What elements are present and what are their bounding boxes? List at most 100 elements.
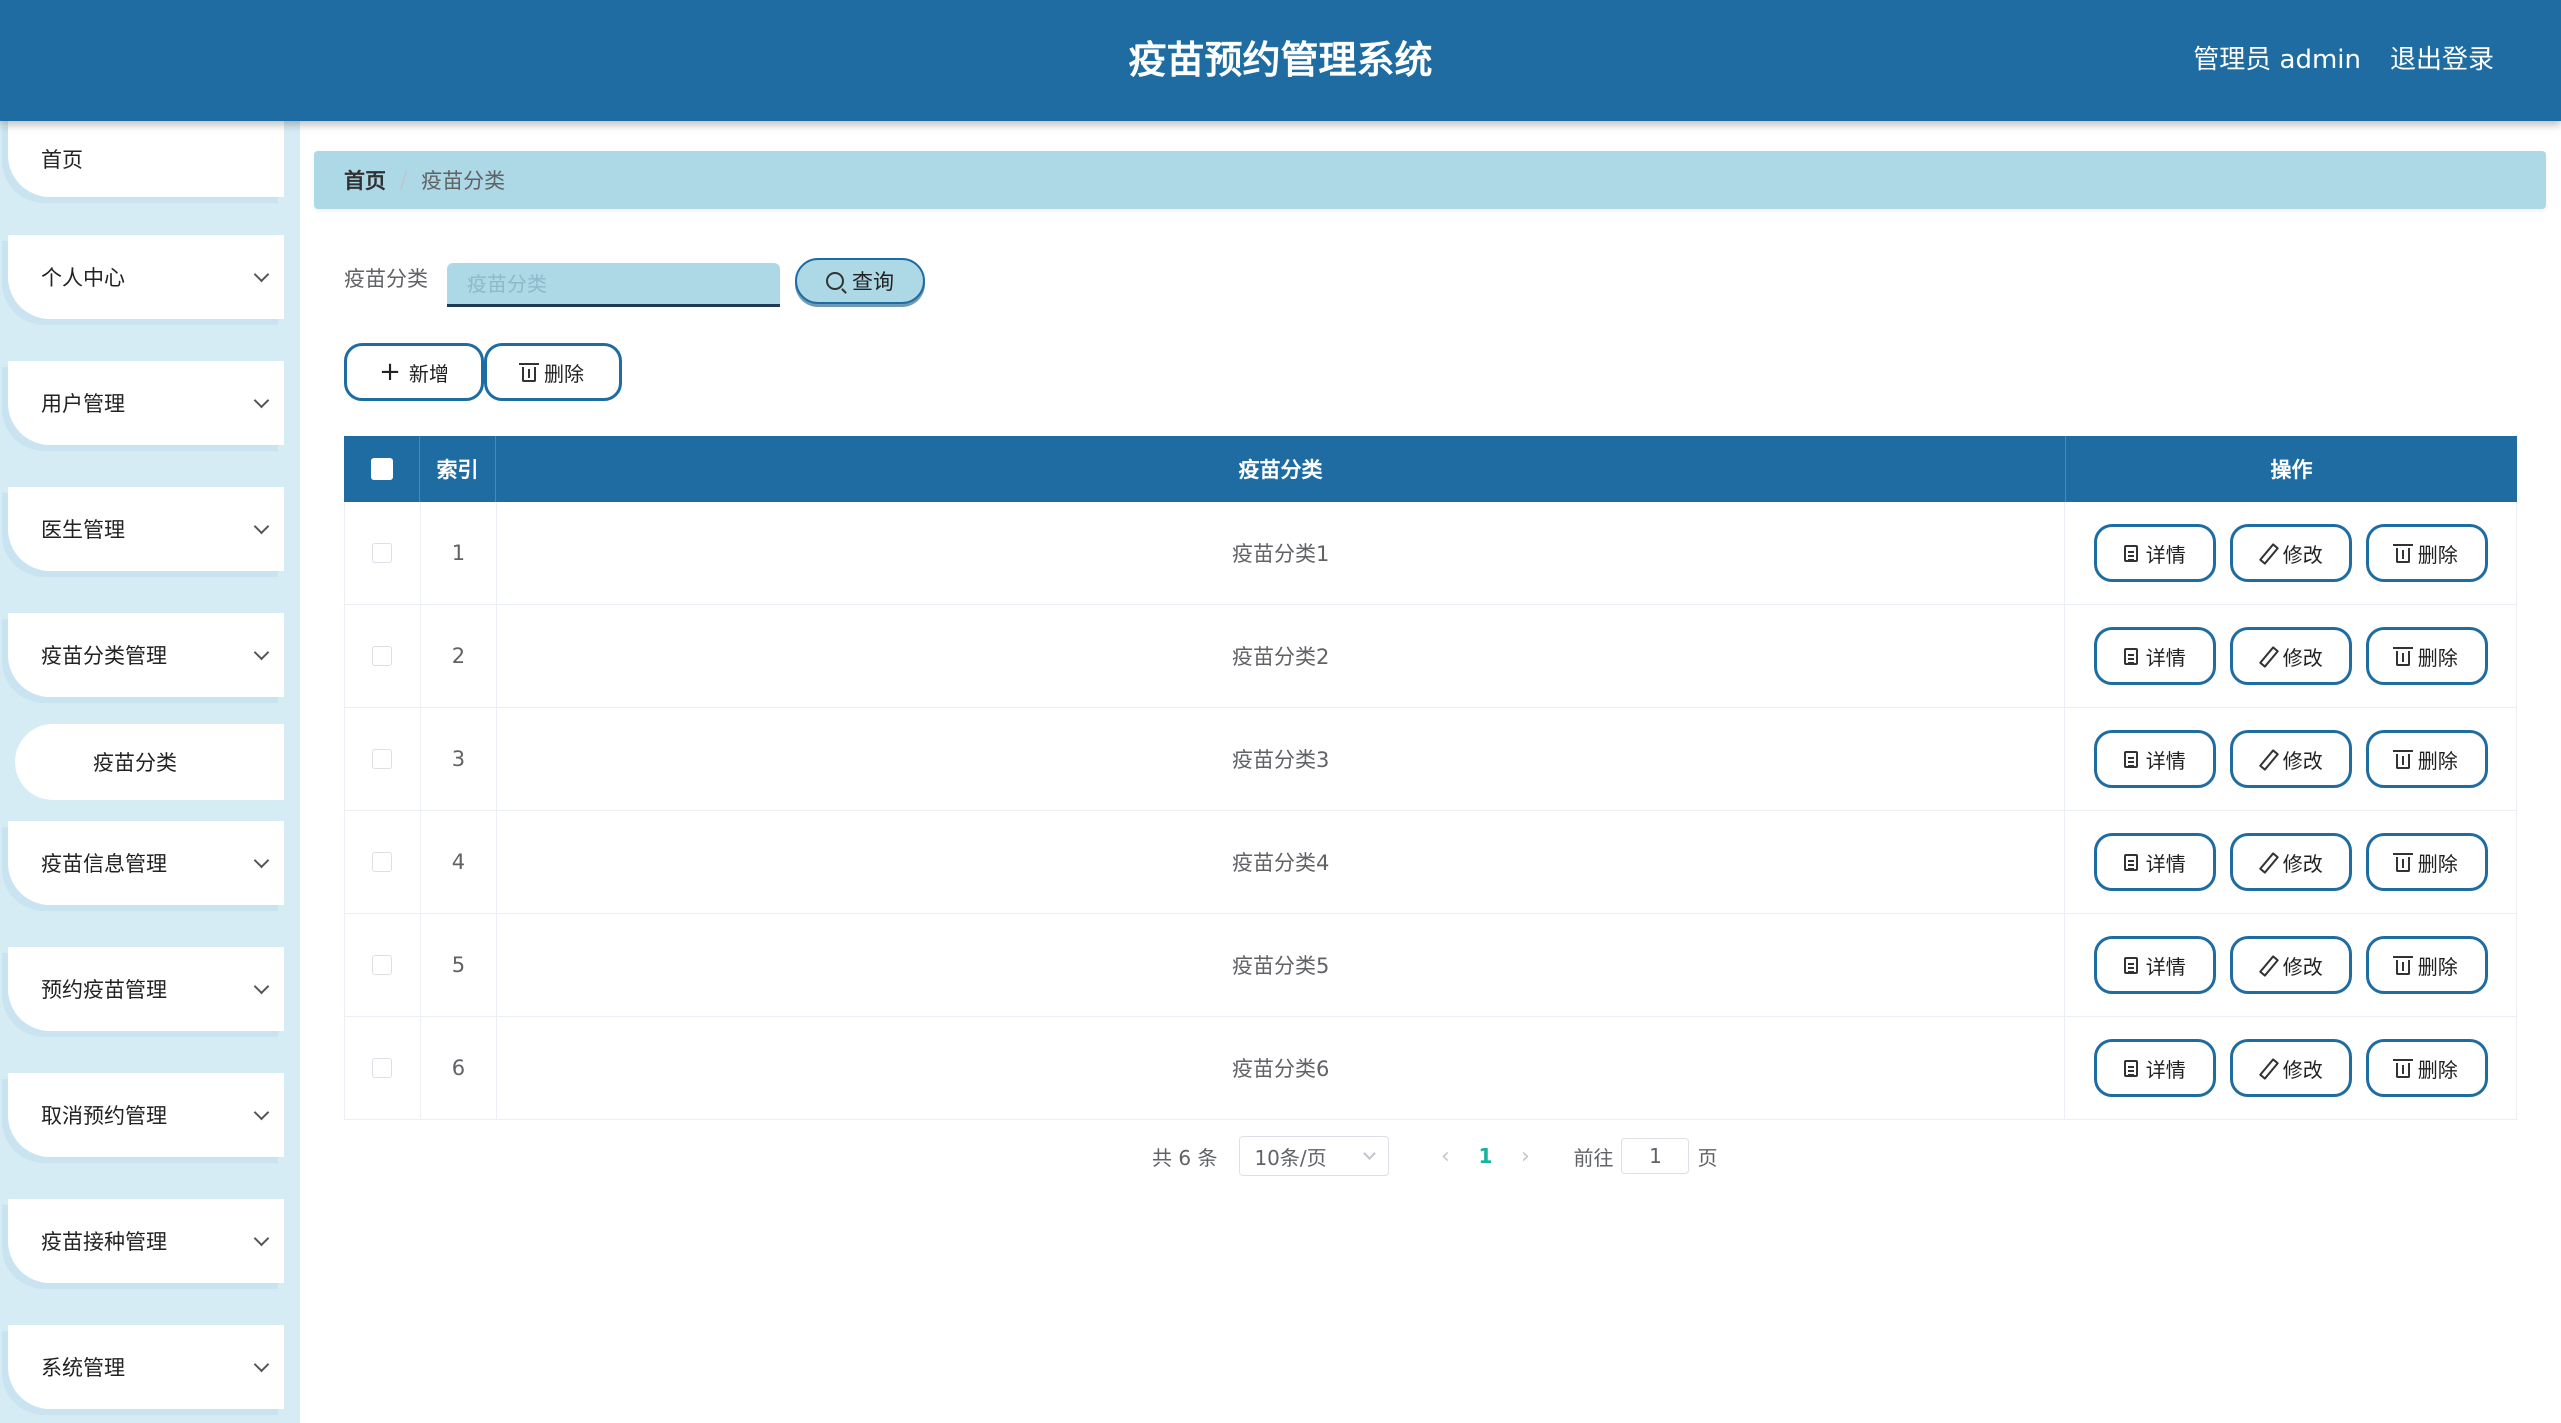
chevron-down-icon — [1363, 1147, 1377, 1160]
goto-page-input[interactable] — [1621, 1138, 1690, 1174]
delete-button[interactable]: 删除 — [2365, 833, 2488, 891]
table-row: 3 疫苗分类3 详情 修改 删除 — [344, 708, 2517, 811]
row-checkbox[interactable] — [372, 749, 393, 769]
next-page-button[interactable]: › — [1505, 1144, 1545, 1169]
row-checkbox[interactable] — [372, 543, 393, 563]
row-select-cell — [345, 811, 421, 913]
sidebar-item-label: 首页 — [41, 148, 83, 172]
edit-button[interactable]: 修改 — [2229, 833, 2352, 891]
trash-icon — [2392, 955, 2413, 975]
current-user-label: 管理员 admin — [2193, 45, 2361, 75]
table-body: 1 疫苗分类1 详情 修改 删除 2 疫苗分类2 详情 修改 删除 3 疫苗分类3 详情 修改 删除 4 疫苗分… — [344, 502, 2517, 1120]
add-button[interactable]: + 新增 — [344, 343, 484, 401]
document-icon — [2123, 956, 2138, 974]
edit-button-label: 修改 — [2282, 748, 2323, 773]
header-category: 疫苗分类 — [496, 436, 2066, 502]
query-button[interactable]: 查询 — [795, 258, 925, 304]
sidebar-item-user-management[interactable]: 用户管理 — [8, 361, 284, 445]
batch-delete-button-label: 删除 — [544, 361, 584, 386]
edit-icon — [2259, 956, 2275, 974]
detail-button[interactable]: 详情 — [2093, 833, 2216, 891]
prev-page-button[interactable]: ‹ — [1425, 1144, 1465, 1169]
sidebar-item-system-management[interactable]: 系统管理 — [8, 1325, 284, 1409]
trash-icon — [2392, 749, 2413, 769]
table-header: 索引 疫苗分类 操作 — [344, 436, 2517, 502]
header-index: 索引 — [420, 436, 496, 502]
edit-button-label: 修改 — [2282, 954, 2323, 979]
delete-button[interactable]: 删除 — [2365, 627, 2488, 685]
edit-icon — [2259, 1059, 2275, 1077]
chevron-down-icon — [254, 1105, 268, 1119]
batch-delete-button[interactable]: 删除 — [484, 343, 622, 401]
delete-button-label: 删除 — [2417, 851, 2458, 876]
sidebar-item-vaccine-info-management[interactable]: 疫苗信息管理 — [8, 821, 284, 905]
detail-button[interactable]: 详情 — [2093, 1039, 2216, 1097]
page-size-select[interactable]: 10条/页 — [1239, 1136, 1390, 1176]
row-operations: 详情 修改 删除 — [2065, 811, 2516, 913]
edit-icon — [2259, 647, 2275, 665]
row-checkbox[interactable] — [372, 646, 393, 666]
trash-icon — [2392, 852, 2413, 872]
row-category-name: 疫苗分类5 — [497, 914, 2066, 1016]
document-icon — [2123, 750, 2138, 768]
sidebar-item-personal-center[interactable]: 个人中心 — [8, 235, 284, 319]
row-select-cell — [345, 1017, 421, 1119]
delete-button-label: 删除 — [2417, 1057, 2458, 1082]
page-size-value: 10条/页 — [1254, 1145, 1327, 1170]
edit-button[interactable]: 修改 — [2229, 936, 2352, 994]
sidebar: 首页 个人中心 用户管理 医生管理 疫苗分类管理 疫苗分类 疫苗信息管理 预约疫… — [0, 121, 300, 1423]
row-index: 5 — [421, 914, 497, 1016]
sidebar-item-doctor-management[interactable]: 医生管理 — [8, 487, 284, 571]
delete-button-label: 删除 — [2417, 748, 2458, 773]
page-number-current[interactable]: 1 — [1465, 1144, 1505, 1168]
breadcrumb-separator: / — [400, 168, 408, 192]
page-suffix: 页 — [1697, 1145, 1718, 1170]
detail-button[interactable]: 详情 — [2093, 627, 2216, 685]
document-icon — [2123, 1059, 2138, 1077]
delete-button[interactable]: 删除 — [2365, 1039, 2488, 1097]
delete-button-label: 删除 — [2417, 954, 2458, 979]
row-select-cell — [345, 502, 421, 604]
row-checkbox[interactable] — [372, 852, 393, 872]
select-all-checkbox[interactable] — [370, 458, 393, 480]
pagination-total: 共 6 条 — [1152, 1145, 1218, 1170]
top-header: 疫苗预约管理系统 管理员 admin 退出登录 — [0, 0, 2561, 121]
detail-button[interactable]: 详情 — [2093, 936, 2216, 994]
search-icon — [826, 272, 844, 290]
delete-button[interactable]: 删除 — [2365, 730, 2488, 788]
edit-button[interactable]: 修改 — [2229, 627, 2352, 685]
sidebar-item-cancel-appointment-management[interactable]: 取消预约管理 — [8, 1073, 284, 1157]
detail-button-label: 详情 — [2145, 851, 2186, 876]
breadcrumb-home[interactable]: 首页 — [344, 165, 386, 195]
edit-button[interactable]: 修改 — [2229, 1039, 2352, 1097]
chevron-down-icon — [254, 393, 268, 407]
sidebar-item-label: 疫苗信息管理 — [41, 852, 167, 876]
row-checkbox[interactable] — [372, 1058, 393, 1078]
search-input[interactable] — [447, 263, 780, 307]
sidebar-item-home[interactable]: 首页 — [8, 121, 284, 197]
logout-link[interactable]: 退出登录 — [2390, 0, 2494, 121]
detail-button-label: 详情 — [2145, 748, 2186, 773]
sidebar-item-vaccination-management[interactable]: 疫苗接种管理 — [8, 1199, 284, 1283]
edit-button[interactable]: 修改 — [2229, 730, 2352, 788]
row-category-name: 疫苗分类6 — [497, 1017, 2066, 1119]
edit-icon — [2259, 750, 2275, 768]
detail-button-label: 详情 — [2145, 954, 2186, 979]
row-category-name: 疫苗分类2 — [497, 605, 2066, 707]
delete-button[interactable]: 删除 — [2365, 524, 2488, 582]
sidebar-item-vaccine-category-management[interactable]: 疫苗分类管理 — [8, 613, 284, 697]
sidebar-item-appointment-management[interactable]: 预约疫苗管理 — [8, 947, 284, 1031]
sidebar-subitem-vaccine-category[interactable]: 疫苗分类 — [15, 724, 284, 800]
table-row: 1 疫苗分类1 详情 修改 删除 — [344, 502, 2517, 605]
detail-button[interactable]: 详情 — [2093, 524, 2216, 582]
edit-button[interactable]: 修改 — [2229, 524, 2352, 582]
sidebar-subitem-label: 疫苗分类 — [93, 751, 177, 775]
detail-button[interactable]: 详情 — [2093, 730, 2216, 788]
table-row: 5 疫苗分类5 详情 修改 删除 — [344, 914, 2517, 1017]
row-checkbox[interactable] — [372, 955, 393, 975]
trash-icon — [2392, 646, 2413, 666]
delete-button[interactable]: 删除 — [2365, 936, 2488, 994]
vaccine-category-table: 索引 疫苗分类 操作 1 疫苗分类1 详情 修改 删除 2 疫苗分类2 详情 修改 删除 3 疫苗分类… — [344, 436, 2517, 1120]
chevron-down-icon — [254, 1231, 268, 1245]
row-index: 6 — [421, 1017, 497, 1119]
